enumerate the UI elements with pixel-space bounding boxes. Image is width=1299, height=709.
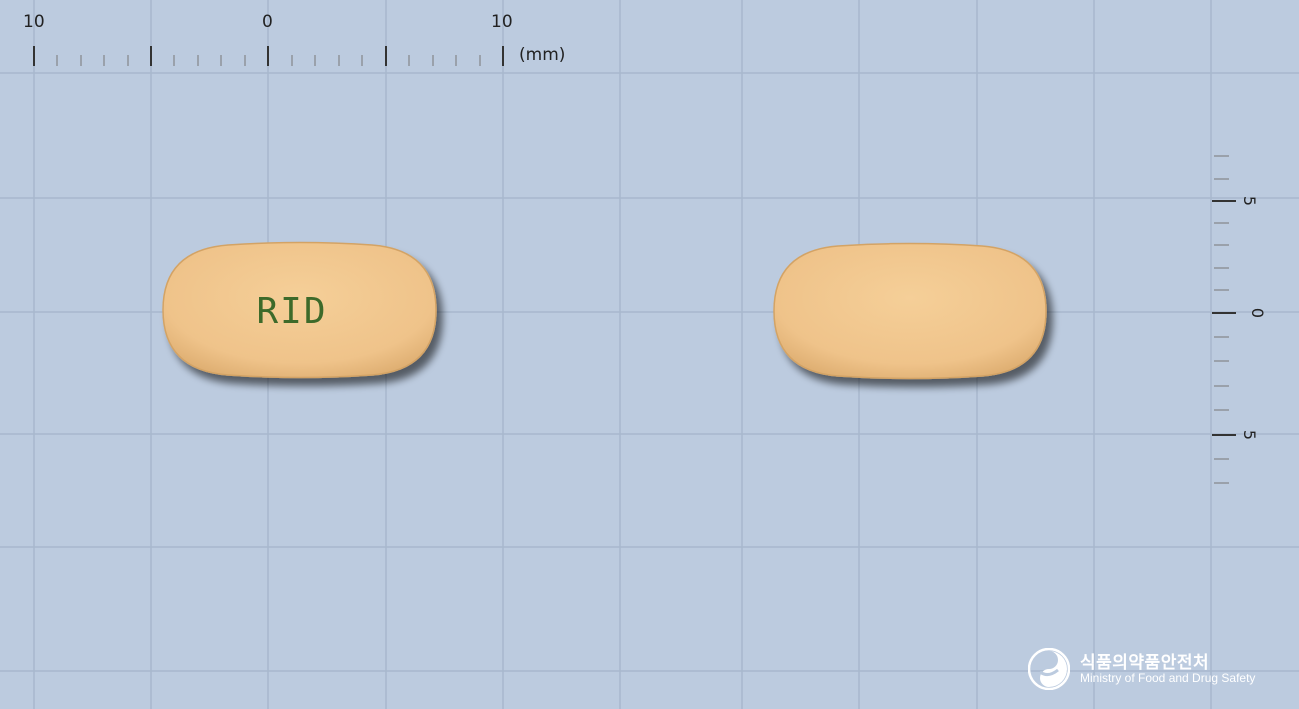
pill-identification-canvas: RID 10 0 10 (mm) 5 0 5 식품의약품안전처 Ministry… (0, 0, 1299, 709)
logo-english-name: Ministry of Food and Drug Safety (1080, 671, 1256, 685)
logo-korean-name: 식품의약품안전처 (1080, 653, 1210, 673)
ruler-unit-label: (mm) (519, 45, 566, 65)
pill-back-body (773, 242, 1047, 380)
side-ruler-label-center: 0 (1248, 307, 1268, 319)
pill-front-imprint: RID (256, 291, 327, 332)
top-ruler-label-center: 0 (262, 12, 273, 32)
top-ruler-ticks (33, 46, 504, 66)
top-ruler-label-right: 10 (491, 12, 513, 32)
side-ruler-label-top: 5 (1240, 195, 1260, 207)
grid-background: RID (0, 0, 1299, 709)
mfds-logo: 식품의약품안전처 Ministry of Food and Drug Safet… (1028, 646, 1278, 692)
pill-back (773, 242, 1047, 380)
side-ruler-label-bottom: 5 (1240, 429, 1260, 441)
top-ruler-label-left: 10 (23, 12, 45, 32)
mfds-emblem-icon (1028, 648, 1070, 690)
